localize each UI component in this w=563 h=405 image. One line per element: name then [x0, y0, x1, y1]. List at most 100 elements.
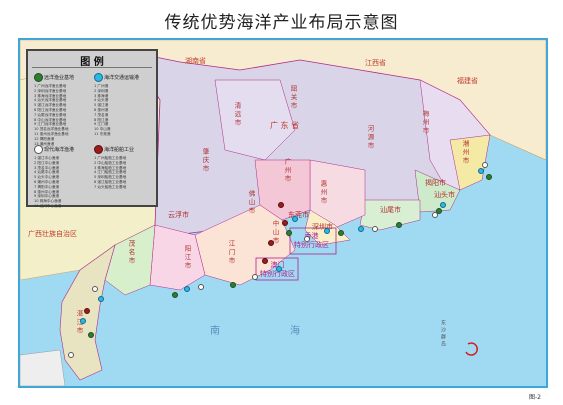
- legend-list-item: 10 中山港: [94, 127, 111, 132]
- label-jiangmen: 江门市: [227, 240, 235, 266]
- marker-port: [292, 216, 298, 222]
- legend-blue-dot-icon: [94, 73, 103, 82]
- legend-list-item: 8 阳江港: [94, 117, 109, 122]
- label-foshan: 佛山市: [247, 190, 255, 216]
- legend-panel: 图 例 远洋渔业基地 海洋交通运输港 1 广州远洋渔业基地 2 深圳远洋渔业基地 3…: [26, 49, 158, 208]
- legend-list-item: 1 湛江中心渔港: [34, 156, 59, 160]
- legend-list-item: 7 茂名港: [94, 112, 109, 117]
- legend-list-item: 4 汕头港: [94, 98, 109, 103]
- legend-list-item: 4 江门船舶工业基地: [94, 170, 127, 175]
- legend-list-item: 4 汕头远洋渔业基地: [34, 98, 67, 103]
- marker-shipbuilding: [84, 308, 90, 314]
- label-chaozhou: 潮州市: [461, 140, 469, 166]
- legend-list-item: 6 潮州中心渔港: [34, 180, 59, 184]
- legend-list-item: 2 深圳远洋渔业基地: [34, 88, 67, 93]
- marker-fishing-port: [482, 162, 488, 168]
- marker-fishing-port: [92, 286, 98, 292]
- legend-head-d: 海洋船舶工业: [104, 147, 135, 153]
- map-frame: 图 例 远洋渔业基地 海洋交通运输港 1 广州远洋渔业基地 2 深圳远洋渔业基地 3…: [18, 38, 548, 388]
- marker-port: [478, 168, 484, 174]
- legend-list-item: 5 深圳船舶工业基地: [94, 175, 127, 180]
- label-jiangxi: 江西省: [365, 59, 386, 67]
- label-maoming: 茂名市: [127, 240, 135, 266]
- legend-list-item: 6 阳江远洋渔业基地: [34, 108, 67, 112]
- legend-list-item: 5 湛江远洋渔业基地: [34, 103, 67, 108]
- legend-list-item: 1 广州港: [94, 84, 109, 88]
- legend-list-item: 5 汕头中心渔港: [34, 175, 59, 180]
- legend-list-item: 2 阳江中心渔港: [34, 160, 59, 165]
- label-yunfu: 云浮市: [168, 211, 189, 219]
- label-guangdong: 广 东 省: [270, 121, 300, 130]
- legend-list-item: 9 深圳中心渔港: [34, 194, 59, 199]
- marker-fishing-port: [304, 236, 310, 242]
- label-hunan: 湖南省: [185, 57, 206, 65]
- marker-fishing-base: [172, 292, 178, 298]
- figure-label: 图-2: [529, 394, 541, 401]
- marker-fishing-base: [230, 282, 236, 288]
- legend-list-item: 10 珠海中心渔港: [34, 199, 62, 204]
- legend-divider: [32, 67, 152, 68]
- label-dongsha: 东沙群岛: [440, 320, 446, 348]
- label-guangzhou: 广州市: [283, 158, 291, 184]
- label-jieyang: 揭阳市: [425, 179, 446, 187]
- marker-port: [276, 266, 282, 272]
- marker-fishing-port: [372, 226, 378, 232]
- marker-port: [80, 318, 86, 324]
- legend-white-dot-icon: [34, 145, 43, 154]
- marker-fishing-base: [286, 230, 292, 236]
- marker-fishing-base: [338, 230, 344, 236]
- legend-list-item: 9 江门港: [94, 122, 109, 127]
- legend-list-item: 5 湛江港: [94, 103, 109, 108]
- label-hongkong: 香港 特别行政区: [294, 232, 329, 249]
- marker-port: [440, 202, 446, 208]
- legend-list-item: 10 茂名远洋渔业基地: [34, 127, 69, 132]
- marker-fishing-base: [88, 332, 94, 338]
- legend-list-item: 12 揭阳渔港: [34, 136, 55, 141]
- legend-list-item: 11 东莞港: [94, 132, 111, 136]
- legend-list-item: 2 深圳港: [94, 88, 109, 93]
- label-fujian: 福建省: [457, 77, 478, 85]
- marker-fishing-port: [432, 212, 438, 218]
- label-shaoguan: 韶关市: [289, 85, 297, 111]
- label-huizhou: 惠州市: [319, 180, 327, 206]
- legend-list-item: 8 中山远洋渔业基地: [34, 117, 67, 122]
- label-guangxi: 广西壮族自治区: [28, 230, 77, 238]
- marker-shipbuilding: [268, 240, 274, 246]
- label-meizhou: 梅州市: [421, 110, 429, 136]
- legend-list-item: 3 珠海港: [94, 93, 109, 98]
- marker-fishing-port: [68, 352, 74, 358]
- label-shantou: 汕头市: [434, 191, 455, 199]
- legend-list-item: 11 江门中心渔港: [34, 204, 62, 208]
- legend-list-item: 7 汕尾远洋渔业基地: [34, 112, 67, 117]
- marker-fishing-base: [486, 174, 492, 180]
- legend-list-item: 3 茂名中心渔港: [34, 165, 59, 170]
- label-yangjiang: 阳江市: [183, 245, 191, 271]
- label-shanwei: 汕尾市: [380, 206, 401, 214]
- legend-red-dot-icon: [94, 145, 103, 154]
- marker-fishing-port: [198, 284, 204, 290]
- map-title: 传统优势海洋产业布局示意图: [164, 13, 399, 33]
- legend-head-c: 现代海洋渔港: [44, 147, 75, 153]
- legend-list-item: 2 中山船舶工业基地: [94, 160, 127, 165]
- marker-port: [98, 296, 104, 302]
- legend-list-item: 9 江门远洋渔业基地: [34, 122, 67, 127]
- legend-list-item: 1 广州远洋渔业基地: [34, 84, 67, 88]
- marker-port: [324, 228, 330, 234]
- legend-list-item: 3 珠海船舶工业基地: [94, 165, 127, 170]
- legend-green-dot-icon: [34, 73, 43, 82]
- marker-port: [184, 286, 190, 292]
- legend-list-item: 8 惠州中心渔港: [34, 189, 59, 194]
- marker-shipbuilding: [262, 258, 268, 264]
- legend-list-item: 11 惠州远洋渔业基地: [34, 132, 69, 136]
- legend-list-item: 6 惠州港: [94, 108, 109, 112]
- label-zhaoqing: 肇庆市: [201, 148, 209, 174]
- legend-head-b: 海洋交通运输港: [104, 75, 140, 81]
- marker-port: [358, 226, 364, 232]
- legend-list-item: 3 珠海远洋渔业基地: [34, 93, 67, 98]
- legend-title: 图 例: [80, 57, 104, 68]
- label-heyuan: 河源市: [366, 125, 374, 151]
- marker-shipbuilding: [278, 202, 284, 208]
- legend-head-a: 远洋渔业基地: [44, 75, 75, 81]
- legend-list-item: 7 汕头船舶工业基地: [94, 184, 127, 189]
- legend-list-item: 4 汕尾中心渔港: [34, 170, 59, 175]
